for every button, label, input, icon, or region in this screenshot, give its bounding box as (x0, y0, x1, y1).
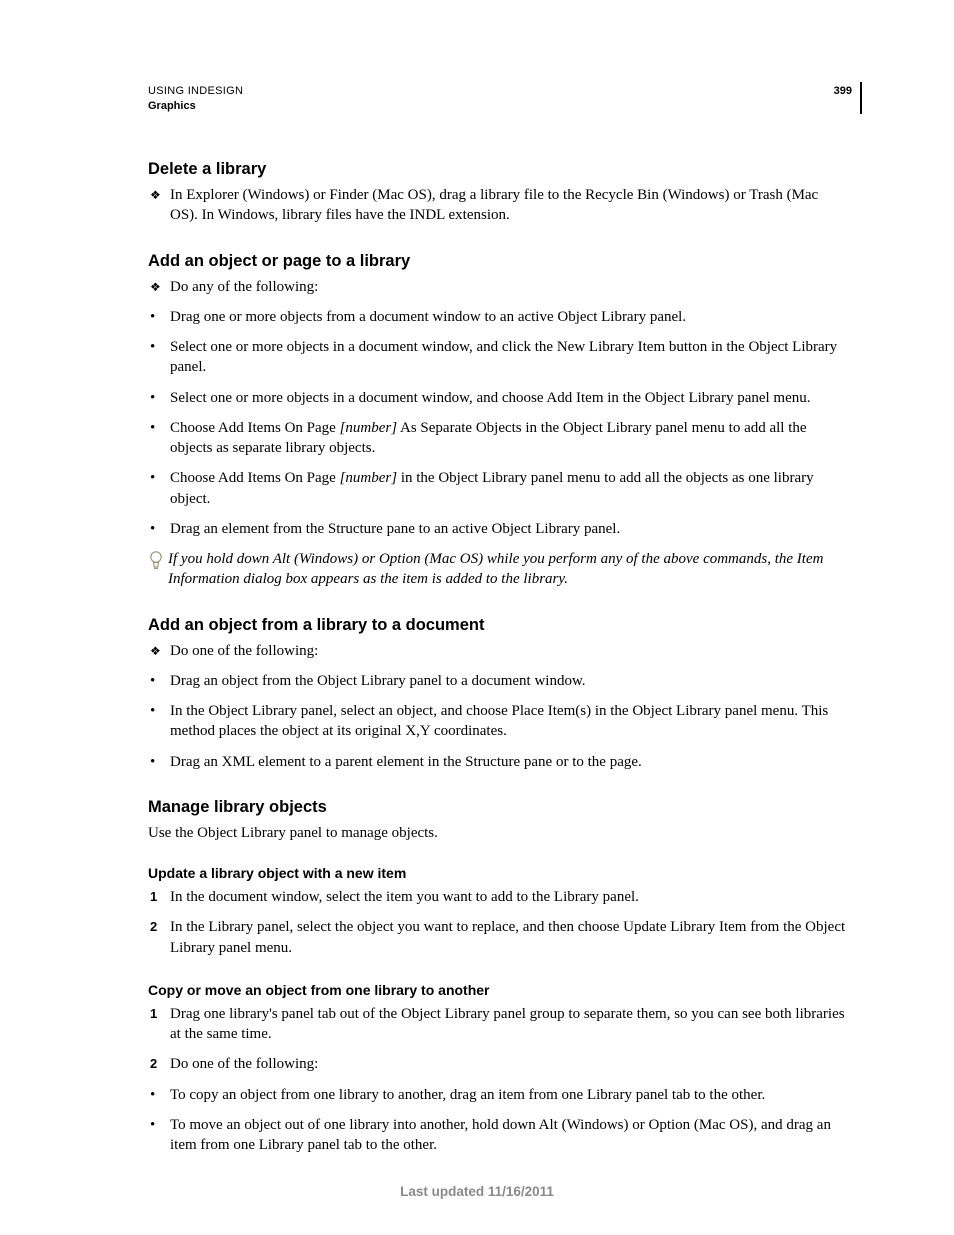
list-item: • Drag an XML element to a parent elemen… (148, 752, 848, 772)
list-item: • To copy an object from one library to … (148, 1085, 848, 1105)
list-item-text: To copy an object from one library to an… (170, 1085, 848, 1105)
section-manage: Manage library objects Use the Object Li… (148, 798, 848, 1156)
list-item-text: Select one or more objects in a document… (170, 337, 848, 378)
step-number: 2 (148, 1054, 170, 1073)
page-footer: Last updated 11/16/2011 (0, 1184, 954, 1199)
list-item: 2 Do one of the following: (148, 1054, 848, 1074)
section-intro: Use the Object Library panel to manage o… (148, 823, 848, 843)
bullet-icon: • (148, 671, 170, 691)
list-item: 2 In the Library panel, select the objec… (148, 917, 848, 958)
diamond-icon: ❖ (148, 277, 170, 295)
list-item: 1 Drag one library's panel tab out of th… (148, 1004, 848, 1045)
section-title: Add an object from a library to a docume… (148, 616, 848, 635)
list-item: • Drag one or more objects from a docume… (148, 307, 848, 327)
page-header: USING INDESIGN Graphics 399 (148, 85, 848, 112)
header-rule (860, 82, 862, 114)
bullet-icon: • (148, 701, 170, 721)
list-item-text: Drag one or more objects from a document… (170, 307, 848, 327)
list-item-text: In the Object Library panel, select an o… (170, 701, 848, 742)
list-item-text: In the Library panel, select the object … (170, 917, 848, 958)
list-item: • Choose Add Items On Page [number] As S… (148, 418, 848, 459)
bullet-icon: • (148, 519, 170, 539)
list-item-text: In Explorer (Windows) or Finder (Mac OS)… (170, 185, 848, 226)
step-number: 2 (148, 917, 170, 936)
list-item: • Choose Add Items On Page [number] in t… (148, 468, 848, 509)
step-number: 1 (148, 1004, 170, 1023)
tip-note: If you hold down Alt (Windows) or Option… (148, 549, 848, 590)
lightbulb-icon (148, 549, 168, 577)
list-item: ❖ Do one of the following: (148, 641, 848, 661)
list-item: 1 In the document window, select the ite… (148, 887, 848, 907)
bullet-icon: • (148, 418, 170, 438)
section-add-object-page: Add an object or page to a library ❖ Do … (148, 252, 848, 590)
section-title: Manage library objects (148, 798, 848, 817)
bullet-icon: • (148, 307, 170, 327)
list-item: • Drag an object from the Object Library… (148, 671, 848, 691)
section-delete-library: Delete a library ❖ In Explorer (Windows)… (148, 160, 848, 226)
diamond-icon: ❖ (148, 641, 170, 659)
list-item-text: Do one of the following: (170, 1054, 848, 1074)
section-title: Delete a library (148, 160, 848, 179)
list-item: • Select one or more objects in a docume… (148, 337, 848, 378)
bullet-icon: • (148, 388, 170, 408)
list-item: • To move an object out of one library i… (148, 1115, 848, 1156)
list-item-text: To move an object out of one library int… (170, 1115, 848, 1156)
list-item-text: Choose Add Items On Page [number] As Sep… (170, 418, 848, 459)
bullet-icon: • (148, 1115, 170, 1135)
step-number: 1 (148, 887, 170, 906)
list-item-text: In the document window, select the item … (170, 887, 848, 907)
diamond-icon: ❖ (148, 185, 170, 203)
header-chapter: Graphics (148, 100, 848, 112)
list-item: • Select one or more objects in a docume… (148, 388, 848, 408)
list-item-text: Select one or more objects in a document… (170, 388, 848, 408)
list-item-text: Drag one library's panel tab out of the … (170, 1004, 848, 1045)
list-item: • Drag an element from the Structure pan… (148, 519, 848, 539)
page-content: USING INDESIGN Graphics 399 Delete a lib… (148, 85, 848, 1181)
list-item: ❖ Do any of the following: (148, 277, 848, 297)
list-item-text: Drag an XML element to a parent element … (170, 752, 848, 772)
list-item: • In the Object Library panel, select an… (148, 701, 848, 742)
tip-text: If you hold down Alt (Windows) or Option… (168, 549, 848, 590)
header-product: USING INDESIGN (148, 85, 848, 97)
bullet-icon: • (148, 468, 170, 488)
list-item: ❖ In Explorer (Windows) or Finder (Mac O… (148, 185, 848, 226)
page-number: 399 (834, 85, 852, 97)
section-title: Add an object or page to a library (148, 252, 848, 271)
list-item-text: Drag an object from the Object Library p… (170, 671, 848, 691)
bullet-icon: • (148, 1085, 170, 1105)
list-item-text: Do any of the following: (170, 277, 848, 297)
list-item-text: Drag an element from the Structure pane … (170, 519, 848, 539)
list-item-text: Do one of the following: (170, 641, 848, 661)
bullet-icon: • (148, 752, 170, 772)
subsection-title: Update a library object with a new item (148, 865, 848, 881)
subsection-title: Copy or move an object from one library … (148, 982, 848, 998)
section-add-from-library: Add an object from a library to a docume… (148, 616, 848, 772)
bullet-icon: • (148, 337, 170, 357)
list-item-text: Choose Add Items On Page [number] in the… (170, 468, 848, 509)
